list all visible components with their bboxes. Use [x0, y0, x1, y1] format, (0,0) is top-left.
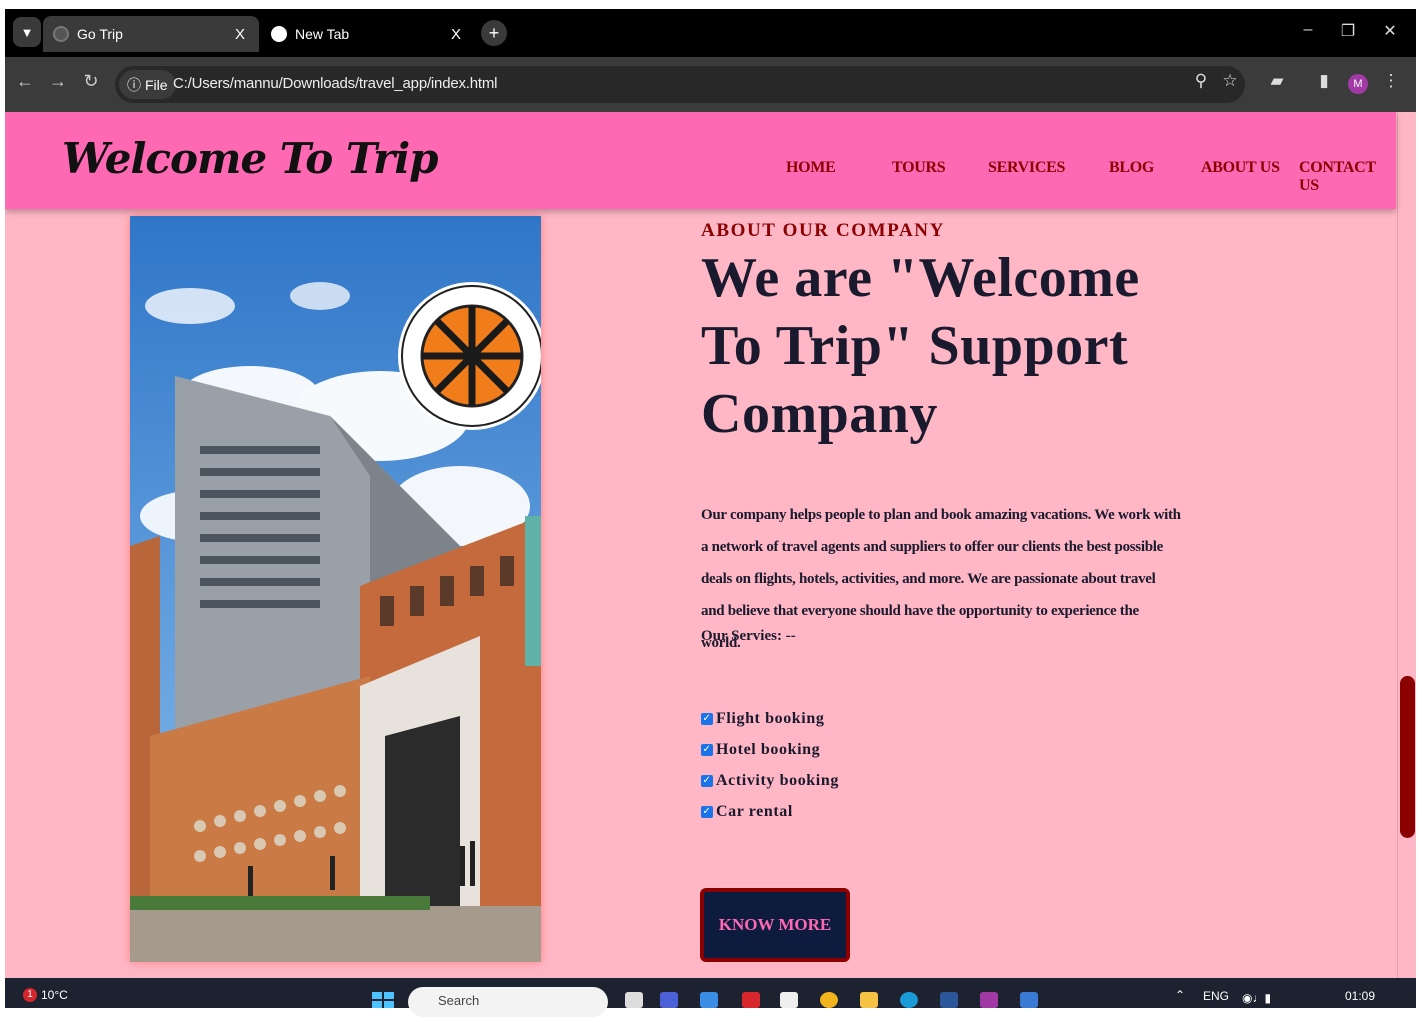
notification-badge: 1: [23, 988, 37, 1002]
nav-tours[interactable]: TOURS: [892, 159, 946, 177]
tray-chevron-icon[interactable]: ⌃: [1175, 988, 1185, 1002]
service-label: Flight booking: [716, 710, 825, 727]
edge-icon[interactable]: [700, 992, 718, 1008]
university-seal: [398, 282, 541, 430]
close-tab-icon[interactable]: X: [231, 26, 249, 43]
bookmark-star-icon[interactable]: ☆: [1218, 71, 1242, 91]
menu-kebab-icon[interactable]: ⋮: [1379, 71, 1403, 91]
scrollbar-thumb[interactable]: [1400, 676, 1415, 838]
side-panel-icon[interactable]: ▮: [1312, 71, 1336, 91]
checkbox-checked-icon[interactable]: ✓: [701, 713, 713, 725]
services-label: Our Servies: --: [701, 628, 796, 644]
nav-home[interactable]: HOME: [786, 159, 836, 177]
back-icon[interactable]: ←: [13, 71, 37, 92]
notepad-icon[interactable]: [1020, 992, 1038, 1008]
site-info-chip[interactable]: ⓘ File: [119, 70, 176, 99]
checkbox-checked-icon[interactable]: ✓: [701, 806, 713, 818]
avatar[interactable]: M: [1348, 74, 1368, 94]
nav-services[interactable]: SERVICES: [988, 159, 1065, 177]
page-scrollbar[interactable]: [1397, 112, 1416, 978]
chrome-icon: [271, 26, 287, 42]
extensions-icon[interactable]: ▰: [1265, 71, 1289, 91]
campus-photo: [130, 216, 541, 962]
know-more-button[interactable]: KNOW MORE: [700, 888, 850, 962]
weather-widget[interactable]: 1 10°C: [23, 988, 68, 1002]
security-label: File: [145, 76, 168, 93]
service-label: Hotel booking: [716, 741, 821, 758]
tab-title: Go Trip: [77, 26, 123, 42]
about-title: We are "Welcome To Trip" Support Company: [701, 247, 1140, 445]
os-taskbar: 1 10°C Search ⌃ ENG ◉♩▮ 01:09: [5, 978, 1416, 1017]
teams-icon[interactable]: [660, 992, 678, 1008]
windows-start-icon[interactable]: [372, 992, 394, 1008]
page-viewport: Welcome To Trip HOME TOURS SERVICES BLOG…: [5, 112, 1416, 978]
checkbox-checked-icon[interactable]: ✓: [701, 744, 713, 756]
checkbox-checked-icon[interactable]: ✓: [701, 775, 713, 787]
weather-temp: 10°C: [41, 988, 68, 1002]
nav-about-us[interactable]: ABOUT US: [1201, 159, 1280, 177]
tab-title: New Tab: [295, 26, 350, 42]
site-header: Welcome To Trip HOME TOURS SERVICES BLOG…: [5, 112, 1396, 209]
taskbar-search[interactable]: Search: [408, 987, 608, 1017]
screen: ▼ Go Trip X New Tab X + – ❐ ✕ ← → ↻ ⓘ Fi…: [0, 0, 1421, 1017]
language-indicator[interactable]: ENG: [1203, 989, 1229, 1003]
browser-tab-strip: ▼ Go Trip X New Tab X + – ❐ ✕: [5, 9, 1416, 57]
tab-go-trip[interactable]: Go Trip X: [43, 16, 259, 52]
tab-new-tab[interactable]: New Tab X: [261, 16, 475, 52]
service-activity-booking[interactable]: ✓ Activity booking: [701, 772, 839, 790]
close-window-icon[interactable]: ✕: [1375, 21, 1405, 41]
close-tab-icon[interactable]: X: [447, 26, 465, 43]
clock[interactable]: 01:09: [1345, 989, 1375, 1003]
nav-contact-us[interactable]: CONTACT US: [1299, 159, 1396, 195]
about-kicker: ABOUT OUR COMPANY: [701, 220, 945, 241]
globe-icon: [53, 26, 69, 42]
network-volume-battery-icon[interactable]: ◉♩▮: [1242, 991, 1271, 1005]
site-logo[interactable]: Welcome To Trip: [62, 134, 439, 183]
word-icon[interactable]: [940, 992, 958, 1008]
chrome-profile-icon[interactable]: [980, 992, 998, 1008]
new-tab-button[interactable]: +: [481, 20, 507, 46]
store-icon[interactable]: [780, 992, 798, 1008]
gmail-icon[interactable]: [742, 992, 760, 1008]
file-explorer-icon[interactable]: [860, 992, 878, 1008]
task-view-icon[interactable]: [625, 992, 643, 1008]
url-text[interactable]: C:/Users/mannu/Downloads/travel_app/inde…: [173, 75, 497, 92]
service-flight-booking[interactable]: ✓ Flight booking: [701, 710, 824, 728]
chrome-icon[interactable]: [820, 992, 838, 1008]
service-car-rental[interactable]: ✓ Car rental: [701, 803, 793, 821]
minimize-icon[interactable]: –: [1293, 21, 1323, 39]
info-icon: ⓘ: [127, 76, 141, 93]
vscode-icon[interactable]: [900, 992, 918, 1008]
tab-search-icon[interactable]: ▼: [13, 17, 41, 47]
browser-toolbar: ← → ↻ ⓘ File C:/Users/mannu/Downloads/tr…: [5, 57, 1416, 112]
service-label: Activity booking: [716, 772, 839, 789]
zoom-icon[interactable]: ⚲: [1189, 71, 1213, 91]
reload-icon[interactable]: ↻: [79, 71, 103, 92]
forward-icon[interactable]: →: [46, 71, 70, 92]
address-bar[interactable]: ⓘ File C:/Users/mannu/Downloads/travel_a…: [115, 66, 1245, 103]
nav-blog[interactable]: BLOG: [1109, 159, 1154, 177]
restore-icon[interactable]: ❐: [1333, 21, 1363, 41]
service-label: Car rental: [716, 803, 793, 820]
service-hotel-booking[interactable]: ✓ Hotel booking: [701, 741, 820, 759]
